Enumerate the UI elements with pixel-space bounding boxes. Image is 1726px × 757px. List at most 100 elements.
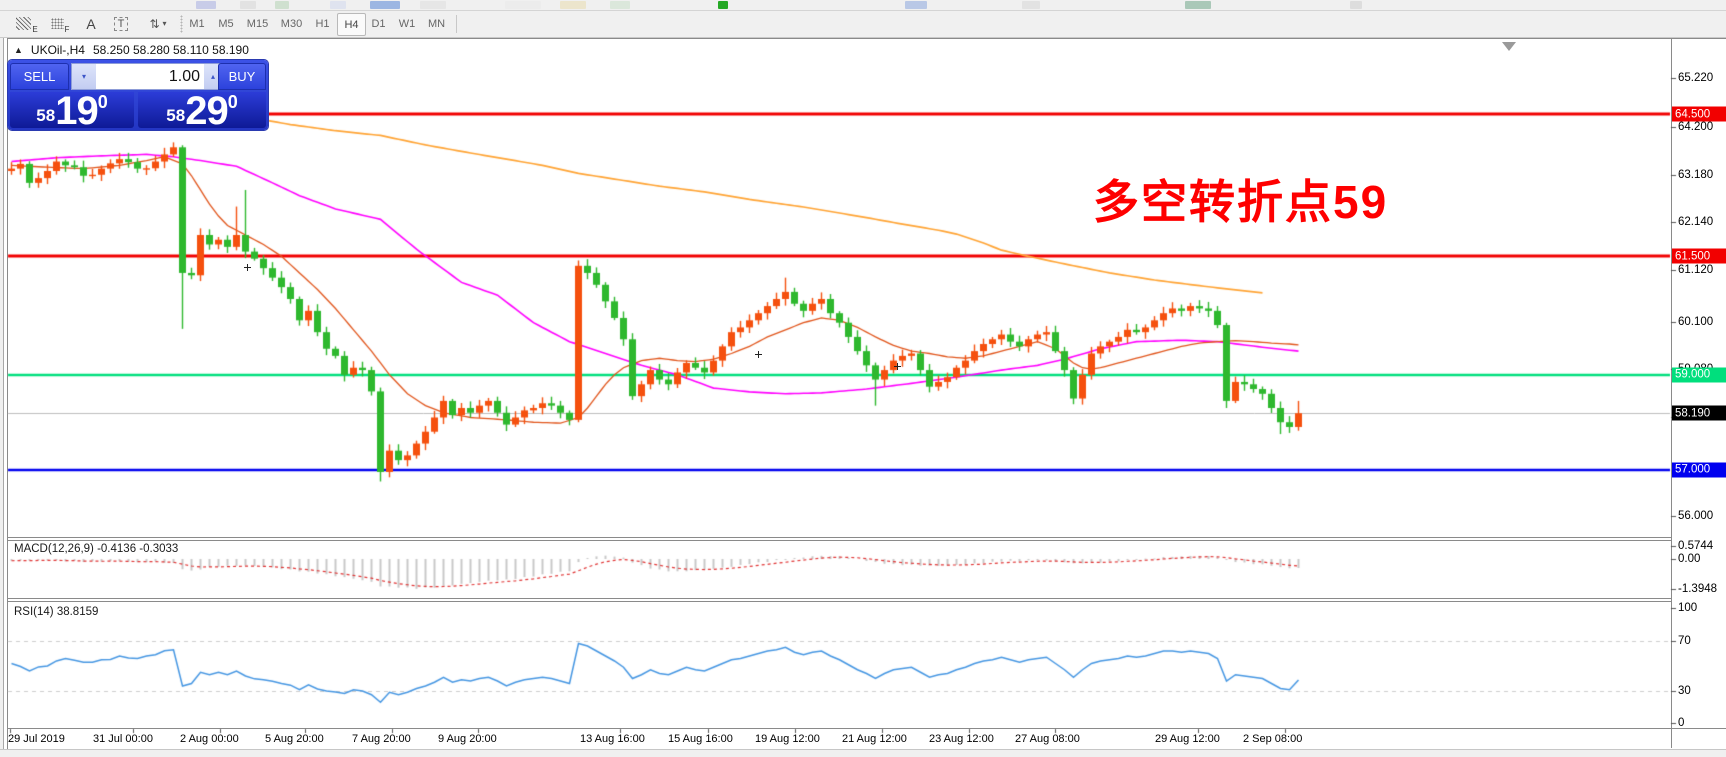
volume-stepper: ▾ ▴	[71, 63, 223, 90]
sell-price-small: 58	[36, 106, 56, 125]
chart-object-marker	[755, 351, 762, 358]
volume-decrease-button[interactable]: ▾	[72, 64, 96, 89]
toolbar-icon-partial	[505, 1, 541, 9]
price-axis-label: 64.200	[1678, 121, 1714, 133]
one-click-trade-panel: SELL ▾ ▴ BUY 58 19 0 58 29 0	[8, 60, 268, 134]
timeframe-button-m15[interactable]: M15	[241, 13, 274, 34]
chart-object-marker	[894, 363, 901, 370]
chevron-up-icon: ▴	[210, 72, 215, 81]
label-tool-button[interactable]: A	[78, 13, 104, 34]
time-axis-label: 21 Aug 12:00	[842, 733, 907, 745]
buy-price-display[interactable]: 58 29 0	[138, 89, 266, 134]
time-axis-label: 7 Aug 20:00	[352, 733, 411, 745]
rsi-indicator-label: RSI(14) 38.8159	[14, 606, 99, 618]
buy-price-big: 29	[185, 89, 228, 134]
toolbar-separator	[456, 15, 457, 33]
time-axis-label: 2 Sep 08:00	[1243, 733, 1303, 745]
price-axis-label: 56.000	[1678, 510, 1714, 522]
chart-toolbar: E F A T ⇅ ▾ M1 M5 M15 M30 H1 H4 D1 W1 MN	[0, 11, 1726, 38]
price-axis-label: 60.100	[1678, 316, 1714, 328]
hatch-icon	[16, 17, 32, 30]
price-axis-label: 62.140	[1678, 216, 1714, 228]
time-axis-label: 2 Aug 00:00	[180, 733, 239, 745]
price-level-badge: 59.000	[1672, 367, 1726, 383]
chevron-down-icon: ▾	[162, 19, 167, 28]
time-axis-label: 15 Aug 16:00	[668, 733, 733, 745]
ohlc-values: 58.250 58.280 58.110 58.190	[92, 43, 249, 57]
chart-annotation-text: 多空转折点59	[1093, 176, 1389, 228]
time-axis-label: 27 Aug 08:00	[1015, 733, 1080, 745]
timeframe-button-m1[interactable]: M1	[183, 13, 211, 34]
toolbar-icon-partial	[330, 1, 346, 9]
price-axis-label: 61.120	[1678, 264, 1714, 276]
time-axis-label: 5 Aug 20:00	[265, 733, 324, 745]
toolbar-icon-partial	[1022, 1, 1040, 9]
toolbar-icon-partial	[610, 1, 630, 9]
chevron-down-icon: ▾	[81, 72, 86, 81]
macd-indicator-label: MACD(12,26,9) -0.4136 -0.3033	[14, 543, 179, 555]
tool-letter: E	[32, 25, 38, 34]
grid-fibo-tool-button[interactable]: F	[46, 13, 74, 34]
time-axis-label: 19 Aug 12:00	[755, 733, 820, 745]
toolbar-icon-partial	[560, 1, 586, 9]
price-level-badge: 61.500	[1672, 248, 1726, 264]
sell-button[interactable]: SELL	[10, 63, 69, 90]
dot-grid-icon	[50, 18, 64, 29]
toolbar-row-partial	[0, 0, 1726, 11]
price-level-badge: 57.000	[1672, 462, 1726, 478]
macd-axis-label: 0.5744	[1678, 540, 1714, 552]
letter-t-icon: T	[113, 16, 129, 31]
time-axis-label: 31 Jul 00:00	[93, 733, 153, 745]
rsi-axis-label: 0	[1678, 717, 1685, 729]
timeframe-button-d1[interactable]: D1	[365, 13, 392, 34]
price-axis-label: 63.180	[1678, 169, 1714, 181]
rsi-axis-label: 100	[1678, 602, 1698, 614]
rsi-axis-label: 70	[1678, 635, 1691, 647]
timeframe-button-h1[interactable]: H1	[309, 13, 336, 34]
price-level-badge: 64.500	[1672, 106, 1726, 122]
toolbar-icon-partial	[905, 1, 927, 9]
chart-header: ▲ UKOil-,H4 58.250 58.280 58.110 58.190	[14, 43, 249, 57]
toolbar-icon-partial	[1350, 1, 1362, 9]
toolbar-icon-partial	[196, 1, 216, 9]
price-axis-label: 65.220	[1678, 72, 1714, 84]
time-axis-label: 29 Jul 2019	[8, 733, 65, 745]
arrows-tool-button[interactable]: ⇅ ▾	[140, 13, 176, 34]
tool-letter: F	[64, 25, 70, 34]
timeframe-button-m5[interactable]: M5	[212, 13, 240, 34]
macd-axis-label: -1.3948	[1678, 583, 1718, 595]
time-axis-label: 9 Aug 20:00	[438, 733, 497, 745]
sell-price-sup: 0	[97, 92, 108, 112]
timeframe-button-mn[interactable]: MN	[422, 13, 451, 34]
time-axis-label: 23 Aug 12:00	[929, 733, 994, 745]
sell-button-label: SELL	[23, 69, 56, 84]
buy-price-small: 58	[166, 106, 186, 125]
hatch-draw-tool-button[interactable]: E	[12, 13, 42, 34]
rsi-axis-label: 30	[1678, 685, 1691, 697]
timeframe-button-m30[interactable]: M30	[275, 13, 308, 34]
macd-axis-label: 0.00	[1678, 553, 1701, 565]
collapse-arrow-icon[interactable]: ▲	[14, 45, 23, 55]
time-axis-label: 29 Aug 12:00	[1155, 733, 1220, 745]
toolbar-icon-partial	[275, 1, 289, 9]
toolbar-icon-partial	[1185, 1, 1211, 9]
buy-button-label: BUY	[228, 69, 256, 84]
chart-object-marker	[244, 264, 251, 271]
timeframe-button-h4[interactable]: H4	[337, 13, 366, 36]
symbol-title: UKOil-,H4	[30, 43, 85, 57]
sell-price-display[interactable]: 58 19 0	[10, 89, 134, 134]
toolbar-icon-partial	[370, 1, 400, 9]
current-price-badge: 58.190	[1672, 405, 1726, 421]
timeframe-button-w1[interactable]: W1	[393, 13, 421, 34]
toolbar-icon-partial	[718, 1, 728, 9]
toolbar-icon-partial	[240, 1, 256, 9]
text-tool-button[interactable]: T	[106, 13, 136, 34]
toolbar-icon-partial	[420, 1, 446, 9]
letter-a-icon: A	[86, 15, 96, 32]
buy-button[interactable]: BUY	[218, 63, 266, 90]
chart-shift-marker-icon[interactable]	[1502, 42, 1516, 51]
sell-price-big: 19	[55, 89, 98, 134]
arrows-icon: ⇅	[149, 16, 160, 31]
time-axis-label: 13 Aug 16:00	[580, 733, 645, 745]
volume-input[interactable]	[96, 64, 204, 89]
